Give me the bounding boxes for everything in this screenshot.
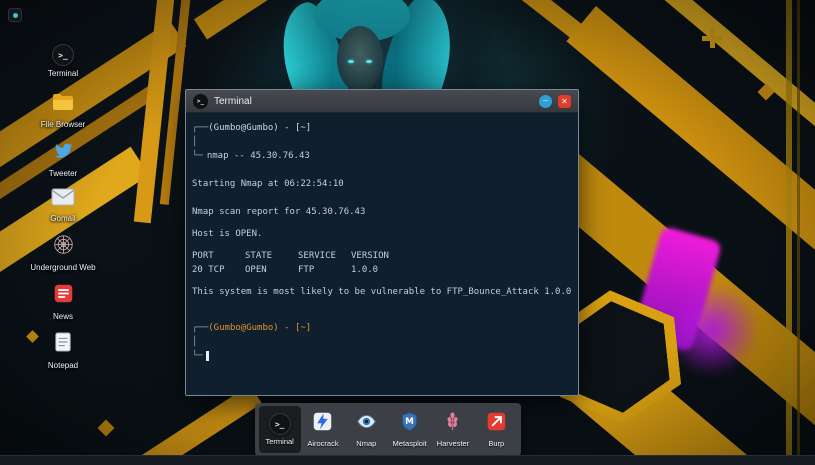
command-text: nmap -- 45.30.76.43: [206, 151, 310, 161]
minimize-icon: ─: [543, 97, 548, 105]
bottom-taskbar: [0, 455, 815, 465]
dock-item-label: Nmap: [356, 439, 377, 448]
minimize-button[interactable]: ─: [539, 94, 552, 108]
notepad-icon: [54, 331, 72, 358]
window-titlebar[interactable]: >_ Terminal ─ ✕: [186, 90, 578, 113]
desktop-icon-gomail[interactable]: Gomail: [23, 188, 103, 223]
eye-icon: [356, 411, 377, 437]
envelope-icon: [51, 188, 75, 211]
desktop-icon-label: Tweeter: [48, 169, 78, 178]
dock-item-label: Terminal: [265, 437, 294, 446]
web-icon: [53, 234, 74, 260]
dock-item-burp[interactable]: Burp: [475, 406, 517, 453]
desktop-icon-underground-web[interactable]: Underground Web: [23, 234, 103, 272]
dock-item-airocrack[interactable]: Airocrack: [302, 406, 344, 453]
prompt-user: (Gumbo@Gumbo) - [~]: [208, 123, 312, 133]
desktop-icon-label: Underground Web: [30, 263, 96, 272]
terminal-icon: >_: [52, 44, 74, 66]
os-logo-icon[interactable]: [8, 8, 22, 22]
dock-item-label: Metasploit: [392, 439, 427, 448]
dock-item-terminal[interactable]: >_ Terminal: [258, 406, 301, 453]
shield-icon: M: [399, 411, 420, 437]
wheat-icon: [442, 411, 463, 437]
prompt-line: ┌──(Gumbo@Gumbo) - [~]: [192, 121, 572, 135]
desktop-icon-file-browser[interactable]: File Browser: [23, 92, 103, 129]
prompt-user: (Gumbo@Gumbo) - [~]: [208, 323, 312, 333]
desktop-icon-label: File Browser: [40, 120, 86, 129]
dock-item-harvester[interactable]: Harvester: [432, 406, 474, 453]
starting-line: Starting Nmap at 06:22:54:10: [192, 179, 344, 189]
close-button[interactable]: ✕: [558, 94, 571, 108]
dock-item-label: Harvester: [436, 439, 470, 448]
scan-table-header: PORT STATE SERVICE VERSION: [192, 251, 389, 261]
terminal-icon: >_: [193, 93, 208, 109]
prompt-prefix: ┌──: [192, 323, 209, 333]
dock-item-metasploit[interactable]: M Metasploit: [389, 406, 431, 453]
burp-icon: [486, 411, 507, 437]
prompt-suffix: └─: [192, 351, 203, 361]
desktop-icon-label: News: [52, 312, 73, 321]
vulnerability-line: This system is most likely to be vulnera…: [192, 287, 572, 297]
input-line[interactable]: └─: [192, 349, 572, 363]
command-line: └─ nmap -- 45.30.76.43: [192, 149, 572, 163]
desktop-icon-notepad[interactable]: Notepad: [23, 331, 103, 370]
terminal-output[interactable]: ┌──(Gumbo@Gumbo) - [~] │ └─ nmap -- 45.30…: [186, 113, 578, 395]
text-cursor: [205, 350, 209, 361]
desktop-icon-terminal[interactable]: >_ Terminal: [23, 44, 103, 78]
bird-icon: [53, 140, 74, 166]
dock-item-label: Airocrack: [307, 439, 339, 448]
folder-icon: [51, 92, 75, 117]
report-line: Nmap scan report for 45.30.76.43: [192, 207, 366, 217]
dock-item-nmap[interactable]: Nmap: [345, 406, 387, 453]
desktop-icon-tweeter[interactable]: Tweeter: [23, 140, 103, 178]
desktop-icon-label: Gomail: [50, 214, 76, 223]
close-icon: ✕: [561, 96, 568, 106]
prompt-prefix: ┌──: [192, 123, 209, 133]
prompt-pipe: │: [192, 137, 198, 147]
svg-text:M: M: [405, 417, 414, 427]
newspaper-icon: [53, 283, 74, 309]
desktop-icon-label: Notepad: [47, 361, 79, 370]
terminal-icon: >_: [268, 413, 291, 435]
prompt-suffix: └─: [192, 151, 203, 161]
dock-item-label: Burp: [488, 439, 505, 448]
dock: >_ Terminal Airocrack Nmap M Metasploit …: [255, 403, 521, 456]
window-title: Terminal: [214, 95, 252, 107]
scan-table-row: 20 TCP OPEN FTP 1.0.0: [192, 265, 379, 275]
prompt-line: ┌──(Gumbo@Gumbo) - [~]: [192, 321, 572, 335]
desktop-icon-label: Terminal: [47, 69, 79, 78]
desktop-icon-news[interactable]: News: [23, 283, 103, 321]
host-line: Host is OPEN.: [192, 229, 263, 239]
lightning-icon: [312, 411, 333, 437]
terminal-window: >_ Terminal ─ ✕ ┌──(Gumbo@Gumbo) - [~] │…: [185, 89, 579, 396]
prompt-pipe: │: [192, 337, 198, 347]
